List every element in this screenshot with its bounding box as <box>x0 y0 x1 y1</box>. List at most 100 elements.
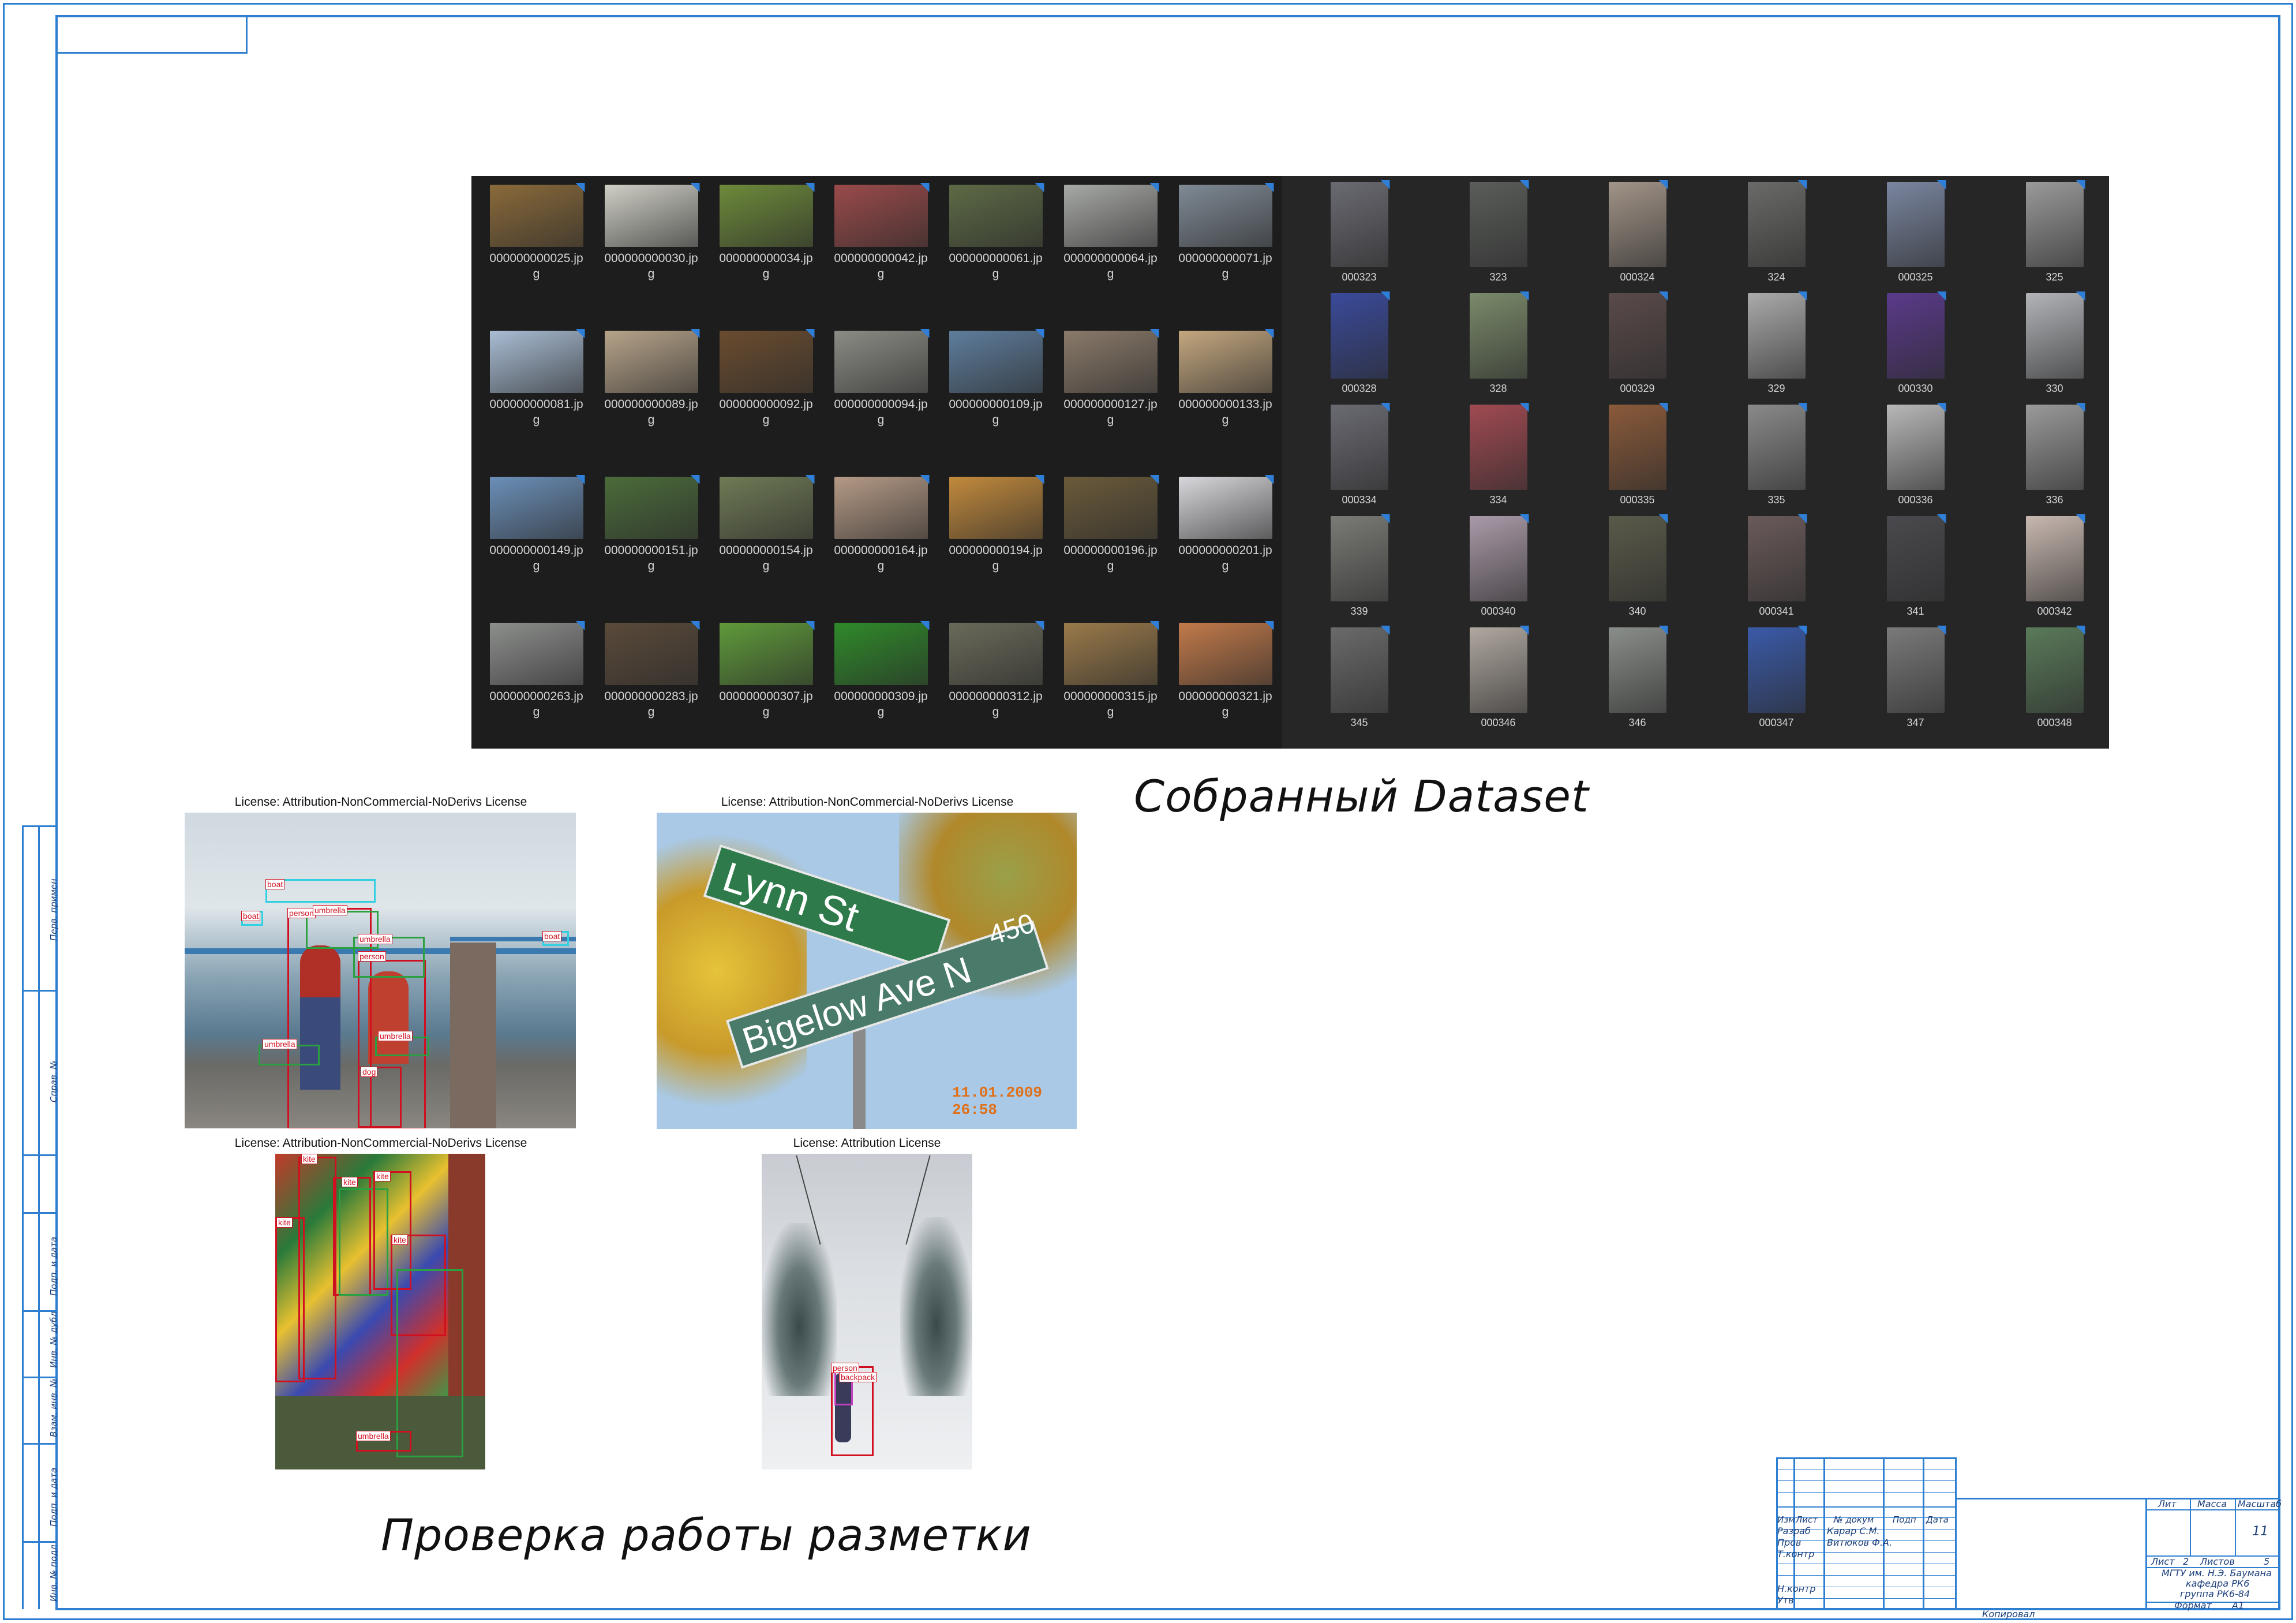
file-thumbnail[interactable]: 000000000109.jpg <box>938 331 1053 477</box>
file-thumbnail[interactable]: 000000000263.jpg <box>479 623 594 769</box>
file-name: 000335 <box>1620 494 1655 506</box>
file-thumbnail[interactable]: 000340 <box>1429 516 1568 627</box>
file-thumbnail[interactable]: 000000000071.jpg <box>1168 185 1283 331</box>
corner-box-bottom <box>55 52 247 54</box>
stamp-nkontr: Н.контр <box>1777 1583 1816 1594</box>
stamp-data: Дата <box>1926 1514 1949 1525</box>
file-thumbnail[interactable]: 330 <box>1985 293 2124 405</box>
thumbnail-image <box>489 331 583 393</box>
file-thumbnail[interactable]: 340 <box>1568 516 1707 627</box>
file-thumbnail[interactable]: 000000000042.jpg <box>823 185 938 331</box>
file-name: 000000000034.jpg <box>719 252 813 281</box>
thumbnail-image <box>1747 516 1806 601</box>
file-thumbnail[interactable]: 000334 <box>1290 405 1429 516</box>
file-thumbnail[interactable]: 347 <box>1846 627 1985 739</box>
sample-image-seaside: boat boat boat person umbrella umbrella … <box>185 813 576 1128</box>
stamp-podp: Подп <box>1893 1514 1916 1525</box>
file-name: 328 <box>1489 383 1507 394</box>
file-thumbnail[interactable]: 346 <box>1568 627 1707 739</box>
file-thumbnail[interactable]: 000000000201.jpg <box>1168 477 1283 623</box>
stamp-utv: Утв <box>1777 1595 1794 1606</box>
file-thumbnail[interactable]: 324 <box>1707 182 1846 293</box>
thumbnail-image <box>1886 516 1945 601</box>
file-thumbnail[interactable]: 000000000154.jpg <box>709 477 823 623</box>
file-thumbnail[interactable]: 000324 <box>1568 182 1707 293</box>
file-name: 000323 <box>1342 271 1377 283</box>
file-thumbnail[interactable]: 000000000133.jpg <box>1168 331 1283 477</box>
thumbnail-image <box>1608 405 1666 490</box>
file-thumbnail[interactable]: 336 <box>1985 405 2124 516</box>
file-thumbnail[interactable]: 000000000127.jpg <box>1053 331 1168 477</box>
file-name: 336 <box>2046 494 2063 506</box>
file-name: 345 <box>1350 717 1368 728</box>
stamp-ndoc: № докум <box>1834 1514 1874 1525</box>
stamp-izm: Изм <box>1777 1514 1795 1525</box>
file-name: 000000000127.jpg <box>1063 398 1158 427</box>
file-name: 000347 <box>1759 717 1794 728</box>
file-thumbnail[interactable]: 000346 <box>1429 627 1568 739</box>
photo-date-stamp: 11.01.2009 26:58 <box>952 1084 1043 1119</box>
file-name: 000325 <box>1898 271 1933 283</box>
file-thumbnail[interactable]: 000342 <box>1985 516 2124 627</box>
file-thumbnail[interactable]: 000336 <box>1846 405 1985 516</box>
file-thumbnail[interactable]: 000000000196.jpg <box>1053 477 1168 623</box>
thumbnail-image <box>1608 516 1666 601</box>
file-thumbnail[interactable]: 341 <box>1846 516 1985 627</box>
file-thumbnail[interactable]: 000000000081.jpg <box>479 331 594 477</box>
file-thumbnail[interactable]: 000000000064.jpg <box>1053 185 1168 331</box>
file-thumbnail[interactable]: 000000000030.jpg <box>594 185 709 331</box>
file-thumbnail[interactable]: 323 <box>1429 182 1568 293</box>
file-thumbnail[interactable]: 000000000312.jpg <box>938 623 1053 769</box>
file-thumbnail[interactable]: 000000000309.jpg <box>823 623 938 769</box>
file-thumbnail[interactable]: 000329 <box>1568 293 1707 405</box>
file-thumbnail[interactable]: 000323 <box>1290 182 1429 293</box>
file-thumbnail[interactable]: 000000000034.jpg <box>709 185 823 331</box>
thumbnail-image <box>1063 623 1158 685</box>
file-thumbnail[interactable]: 000000000061.jpg <box>938 185 1053 331</box>
side-label: Справ. № <box>48 1060 59 1102</box>
file-thumbnail[interactable]: 000000000089.jpg <box>594 331 709 477</box>
thumbnail-image <box>834 477 928 539</box>
file-name: 335 <box>1767 494 1785 506</box>
thumbnail-image <box>834 185 928 247</box>
file-thumbnail[interactable]: 000000000025.jpg <box>479 185 594 331</box>
stamp-scale: 11 <box>2252 1524 2268 1539</box>
thumbnail-image <box>1608 627 1666 713</box>
file-thumbnail[interactable]: 000000000194.jpg <box>938 477 1053 623</box>
file-thumbnail[interactable]: 000341 <box>1707 516 1846 627</box>
file-name: 000000000030.jpg <box>604 252 698 281</box>
file-name: 000000000064.jpg <box>1063 252 1158 281</box>
coco-thumbnail-grid: 000000000025.jpg 000000000030.jpg 00000000… <box>479 185 1281 769</box>
file-thumbnail[interactable]: 335 <box>1707 405 1846 516</box>
file-thumbnail[interactable]: 000335 <box>1568 405 1707 516</box>
file-thumbnail[interactable]: 339 <box>1290 516 1429 627</box>
file-thumbnail[interactable]: 000000000149.jpg <box>479 477 594 623</box>
file-thumbnail[interactable]: 329 <box>1707 293 1846 405</box>
file-thumbnail[interactable]: 000000000094.jpg <box>823 331 938 477</box>
file-name: 000000000196.jpg <box>1063 544 1158 573</box>
thumbnail-image <box>1886 293 1945 379</box>
file-thumbnail[interactable]: 000000000321.jpg <box>1168 623 1283 769</box>
file-thumbnail[interactable]: 000000000283.jpg <box>594 623 709 769</box>
file-name: 000000000025.jpg <box>489 252 583 281</box>
file-thumbnail[interactable]: 345 <box>1290 627 1429 739</box>
file-name: 000000000164.jpg <box>834 544 928 573</box>
file-thumbnail[interactable]: 000000000307.jpg <box>709 623 823 769</box>
file-thumbnail[interactable]: 000347 <box>1707 627 1846 739</box>
file-thumbnail[interactable]: 000000000164.jpg <box>823 477 938 623</box>
file-thumbnail[interactable]: 000000000092.jpg <box>709 331 823 477</box>
file-thumbnail[interactable]: 000000000315.jpg <box>1053 623 1168 769</box>
file-thumbnail[interactable]: 334 <box>1429 405 1568 516</box>
file-thumbnail[interactable]: 000330 <box>1846 293 1985 405</box>
file-thumbnail[interactable]: 000348 <box>1985 627 2124 739</box>
file-name: 340 <box>1628 605 1646 617</box>
thumbnail-image <box>1330 405 1388 490</box>
file-thumbnail[interactable]: 000000000151.jpg <box>594 477 709 623</box>
thumbnail-image <box>1469 293 1527 379</box>
file-name: 000000000151.jpg <box>604 544 698 573</box>
file-thumbnail[interactable]: 328 <box>1429 293 1568 405</box>
file-thumbnail[interactable]: 000325 <box>1846 182 1985 293</box>
file-thumbnail[interactable]: 000328 <box>1290 293 1429 405</box>
thumbnail-image <box>1063 185 1158 247</box>
file-thumbnail[interactable]: 325 <box>1985 182 2124 293</box>
